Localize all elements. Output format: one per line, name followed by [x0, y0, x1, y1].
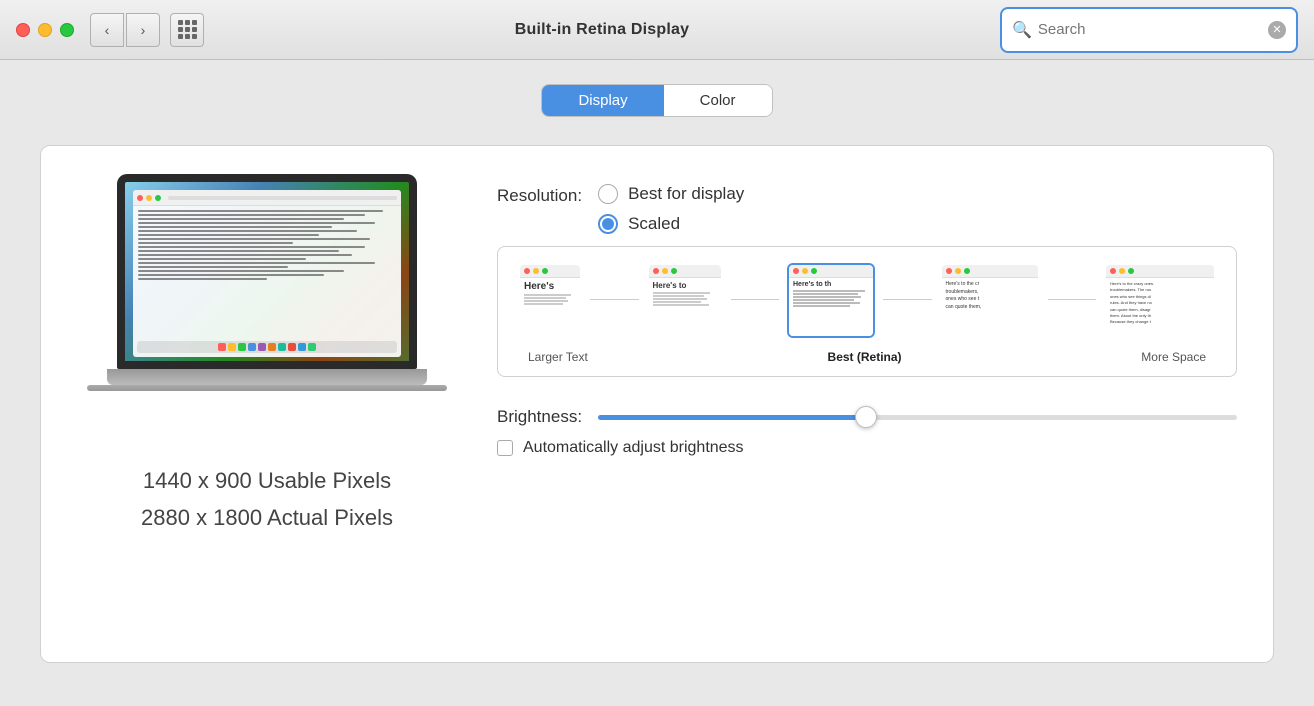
doc-min-dot — [146, 195, 152, 201]
resolution-options: Best for display Scaled — [598, 184, 744, 234]
scale-preview-more-space: Here's to the crazy ones.troublemakers. … — [1104, 263, 1216, 338]
laptop-base — [107, 369, 427, 385]
brightness-slider[interactable] — [598, 415, 1237, 420]
dock-icon — [218, 343, 226, 351]
dock-icon — [288, 343, 296, 351]
scale-line-2 — [731, 299, 780, 300]
doc-body — [133, 206, 401, 286]
resolution-section: Resolution: Best for display Scaled — [497, 184, 1237, 234]
search-icon: 🔍 — [1012, 20, 1032, 40]
scale-option-mid2[interactable]: Here's to the crtroublemakers,ones who s… — [940, 263, 1040, 344]
traffic-lights — [16, 23, 74, 37]
auto-brightness-label: Automatically adjust brightness — [523, 439, 744, 457]
usable-pixels: 1440 x 900 Usable Pixels — [141, 462, 393, 499]
maximize-button[interactable] — [60, 23, 74, 37]
search-clear-button[interactable]: ✕ — [1268, 21, 1286, 39]
doc-max-dot — [155, 195, 161, 201]
content: Display Color — [0, 60, 1314, 706]
main-panel: 1440 x 900 Usable Pixels 2880 x 1800 Act… — [40, 145, 1274, 663]
slider-fill — [598, 415, 866, 420]
larger-text-label: Larger Text — [528, 350, 588, 364]
brightness-label: Brightness: — [497, 407, 582, 427]
preview-titlebar — [1106, 265, 1214, 278]
search-bar: 🔍 ✕ — [1000, 7, 1298, 53]
best-retina-label: Best (Retina) — [828, 350, 902, 364]
laptop-illustration — [87, 174, 447, 434]
preview-titlebar — [942, 265, 1038, 278]
radio-scaled[interactable]: Scaled — [598, 214, 744, 234]
titlebar: ‹ › Built-in Retina Display 🔍 ✕ — [0, 0, 1314, 60]
dock-icon — [308, 343, 316, 351]
scale-preview-mid2: Here's to the crtroublemakers,ones who s… — [940, 263, 1040, 338]
screen-content — [133, 190, 401, 357]
dock-icon — [248, 343, 256, 351]
right-panel: Resolution: Best for display Scaled — [497, 174, 1237, 634]
dock-icon — [228, 343, 236, 351]
preview-body: Here's to the crazy ones.troublemakers. … — [1106, 278, 1214, 336]
laptop-dock — [137, 341, 397, 353]
scale-line-4 — [1048, 299, 1097, 300]
dock-icon — [268, 343, 276, 351]
scale-preview-larger-text: Here's — [518, 263, 582, 338]
scale-line-3 — [883, 299, 932, 300]
grid-view-button[interactable] — [170, 13, 204, 47]
scale-option-mid1[interactable]: Here's to — [647, 263, 723, 344]
scale-option-more-space[interactable]: Here's to the crazy ones.troublemakers. … — [1104, 263, 1216, 344]
preview-body: Here's to the crtroublemakers,ones who s… — [942, 278, 1038, 336]
tab-container: Display Color — [541, 84, 772, 117]
resolution-label: Resolution: — [497, 184, 582, 206]
radio-scaled-circle — [598, 214, 618, 234]
doc-titlebar — [133, 190, 401, 206]
preview-titlebar — [520, 265, 580, 278]
preview-titlebar — [649, 265, 721, 278]
scaled-options: Here's — [518, 263, 1216, 344]
tab-color[interactable]: Color — [664, 85, 772, 116]
actual-pixels: 2880 x 1800 Actual Pixels — [141, 499, 393, 536]
scale-option-best-retina[interactable]: Here's to th — [787, 263, 875, 344]
scale-option-larger-text[interactable]: Here's — [518, 263, 582, 344]
screen-background — [125, 182, 409, 361]
preview-body: Here's to — [649, 278, 721, 336]
nav-buttons: ‹ › — [90, 13, 160, 47]
scale-line-1 — [590, 299, 639, 300]
left-panel: 1440 x 900 Usable Pixels 2880 x 1800 Act… — [77, 174, 457, 634]
grid-icon — [178, 20, 197, 39]
search-input[interactable] — [1038, 21, 1262, 38]
laptop-foot — [87, 385, 447, 391]
laptop-screen — [117, 174, 417, 369]
scale-preview-mid1: Here's to — [647, 263, 723, 338]
preview-titlebar — [789, 265, 873, 278]
back-button[interactable]: ‹ — [90, 13, 124, 47]
dock-icon — [258, 343, 266, 351]
dock-icon — [298, 343, 306, 351]
minimize-button[interactable] — [38, 23, 52, 37]
preview-body: Here's to th — [789, 278, 873, 336]
brightness-section: Brightness: Automatically adjust brightn… — [497, 407, 1237, 457]
tab-bar: Display Color — [40, 84, 1274, 117]
scale-preview-best-retina: Here's to th — [787, 263, 875, 338]
radio-scaled-inner — [602, 218, 614, 230]
dock-icon — [278, 343, 286, 351]
doc-url-bar — [168, 196, 397, 200]
radio-best-for-display[interactable]: Best for display — [598, 184, 744, 204]
window-title: Built-in Retina Display — [204, 21, 1000, 39]
radio-scaled-label: Scaled — [628, 214, 680, 234]
radio-best-label: Best for display — [628, 184, 744, 204]
forward-button[interactable]: › — [126, 13, 160, 47]
brightness-row: Brightness: — [497, 407, 1237, 427]
scaled-panel: Here's — [497, 246, 1237, 377]
radio-best-circle — [598, 184, 618, 204]
preview-body: Here's — [520, 278, 580, 336]
slider-thumb[interactable] — [855, 406, 877, 428]
doc-close-dot — [137, 195, 143, 201]
auto-brightness-row: Automatically adjust brightness — [497, 439, 1237, 457]
pixel-info: 1440 x 900 Usable Pixels 2880 x 1800 Act… — [141, 462, 393, 537]
auto-brightness-checkbox[interactable] — [497, 440, 513, 456]
more-space-label: More Space — [1141, 350, 1206, 364]
dock-icon — [238, 343, 246, 351]
scaled-labels-row: Larger Text Best (Retina) More Space — [518, 350, 1216, 364]
tab-display[interactable]: Display — [542, 85, 663, 116]
close-button[interactable] — [16, 23, 30, 37]
